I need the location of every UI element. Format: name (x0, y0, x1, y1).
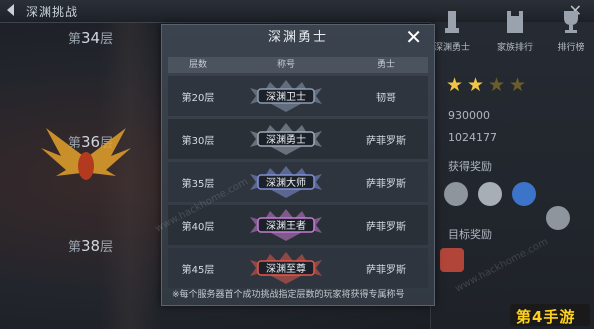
tower-icon (445, 11, 459, 33)
title-badge: 深渊至尊 (228, 248, 344, 288)
site-logo: 第4手游 (510, 304, 590, 326)
reward-label: 获得奖励 (448, 160, 492, 173)
table-row: 第45层 深渊至尊 萨菲罗斯 (168, 248, 428, 288)
title-badge-text: 深渊卫士 (266, 90, 306, 103)
title-badge: 深渊卫士 (228, 76, 344, 116)
reward-gem-icon[interactable] (478, 182, 502, 206)
footnote-text: ※每个服务器首个成功挑战指定层数的玩家将获得专属称号 (172, 290, 405, 300)
title-table: 层数 称号 勇士 第20层 深渊卫士 韧哥 第30层 深渊勇士 萨菲罗斯 第35层 深渊大师萨… (168, 57, 428, 288)
title-badge-text: 深渊大师 (266, 176, 306, 189)
floor-cell: 第35层 (181, 178, 215, 190)
target-reward-label: 目标奖励 (448, 228, 492, 241)
warrior-list-label: 深渊勇士 (433, 43, 470, 53)
floor-cell: 第30层 (181, 135, 215, 147)
star-icon: ★ (509, 74, 527, 96)
leaderboard-button[interactable]: 排行榜 (552, 8, 590, 56)
column-header-title: 称号 (276, 60, 295, 70)
reward-chest-icon[interactable] (440, 248, 464, 272)
warrior-title-dialog: 深渊勇士 ✕ 层数 称号 勇士 第20层 深渊卫士 韧哥 第30层 深渊勇士 萨菲罗斯 第3… (161, 24, 435, 306)
title-badge-icon: 深渊卫士 (250, 80, 322, 112)
reward-gem-icon[interactable] (444, 182, 468, 206)
star-icon: ★ (488, 74, 506, 96)
star-icon: ★ (446, 74, 464, 96)
logo-text: 第4手游 (516, 308, 576, 326)
warrior-list-button[interactable]: 深渊勇士 (433, 8, 471, 56)
title-badge-icon: 深渊至尊 (250, 252, 322, 284)
phoenix-emblem-icon (41, 128, 131, 180)
family-rank-label: 家族排行 (496, 43, 533, 53)
table-row: 第30层 深渊勇士 萨菲罗斯 (168, 119, 428, 159)
back-arrow-icon[interactable] (4, 3, 18, 17)
title-badge: 深渊王者 (228, 205, 344, 245)
family-rank-button[interactable]: 家族排行 (496, 8, 534, 56)
screen-title: 深渊挑战 (26, 5, 79, 19)
warrior-cell: 韧哥 (376, 92, 396, 104)
castle-icon (507, 11, 523, 33)
table-header: 层数 称号 勇士 (168, 57, 428, 73)
title-badge-text: 深渊勇士 (266, 133, 306, 146)
floor-cell: 第45层 (181, 264, 215, 276)
title-badge-icon: 深渊王者 (250, 209, 322, 241)
title-badge-icon: 深渊勇士 (250, 123, 322, 155)
title-badge: 深渊勇士 (228, 119, 344, 159)
score-value: 930000 (448, 109, 490, 122)
warrior-cell: 萨菲罗斯 (366, 221, 406, 233)
star-icon: ★ (467, 74, 485, 96)
warrior-cell: 萨菲罗斯 (366, 264, 406, 276)
table-row: 第20层 深渊卫士 韧哥 (168, 76, 428, 116)
reward-gem-icon[interactable] (546, 206, 570, 230)
title-badge-text: 深渊王者 (266, 220, 306, 232)
column-header-warrior: 勇士 (376, 60, 395, 70)
floor-label-38[interactable]: 第38层 (68, 236, 113, 255)
floor-label-34[interactable]: 第34层 (68, 28, 113, 47)
table-row: 第40层 深渊王者 萨菲罗斯 (168, 205, 428, 245)
close-dialog-button[interactable]: ✕ (405, 26, 422, 48)
title-badge-icon: 深渊大师 (250, 166, 322, 198)
reward-bolt-icon[interactable] (512, 182, 536, 206)
title-badge-text: 深渊至尊 (266, 262, 306, 275)
trophy-icon (564, 11, 578, 33)
warrior-cell: 萨菲罗斯 (366, 135, 406, 147)
column-header-floor: 层数 (188, 60, 207, 70)
floor-cell: 第20层 (181, 92, 215, 104)
power-value: 1024177 (448, 131, 497, 144)
leaderboard-label: 排行榜 (557, 43, 585, 53)
dialog-title: 深渊勇士 (267, 30, 328, 45)
warrior-cell: 萨菲罗斯 (366, 178, 406, 190)
